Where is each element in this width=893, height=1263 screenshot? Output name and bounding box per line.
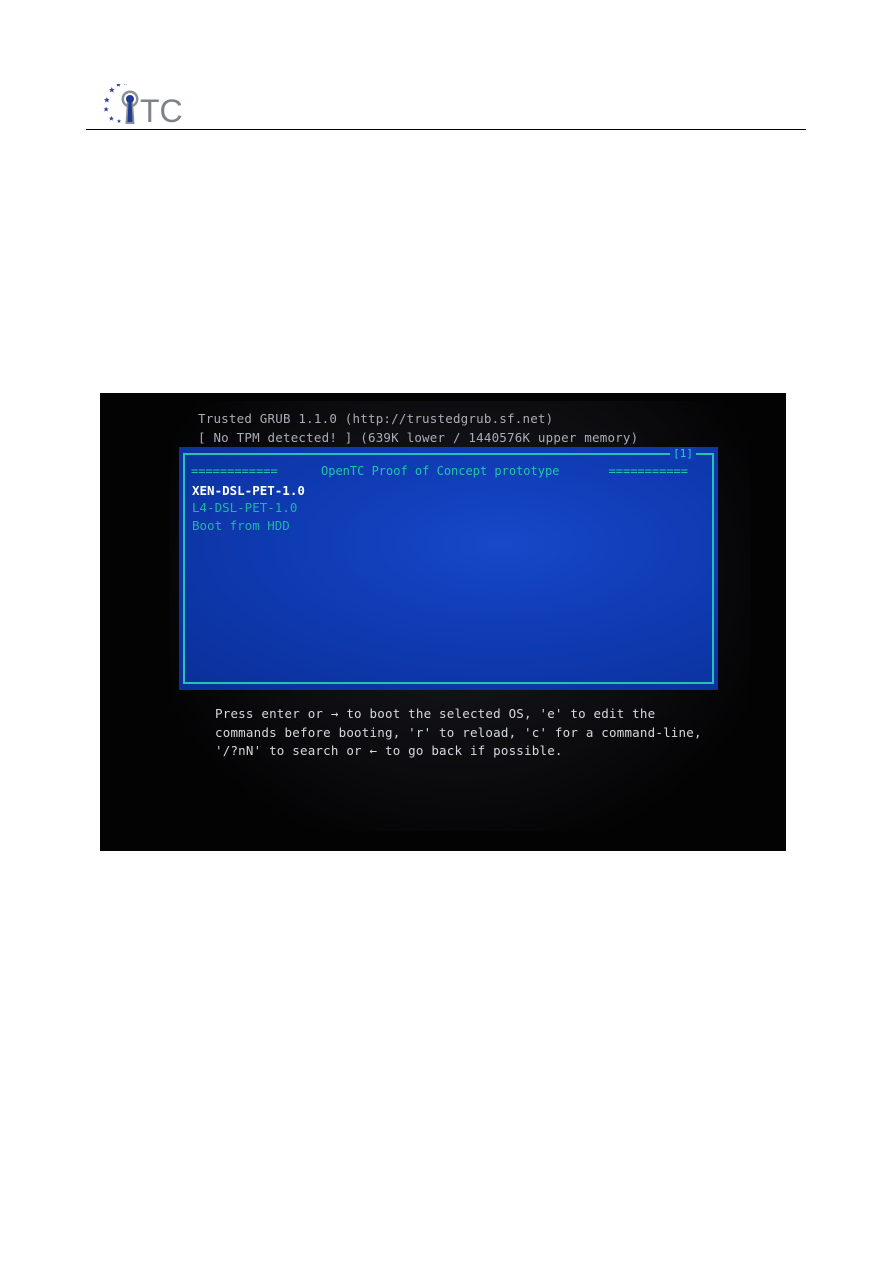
help-line-2: commands before booting, 'r' to reload, …: [215, 725, 702, 740]
boot-entry-l4[interactable]: L4-DSL-PET-1.0: [192, 500, 297, 515]
help-line-1: Press enter or → to boot the selected OS…: [215, 706, 656, 721]
header-divider: [86, 129, 806, 130]
boot-entry-hdd[interactable]: Boot from HDD: [192, 518, 290, 533]
page-header: TC: [86, 84, 806, 130]
boot-menu-title-row: ============ OpenTC Proof of Concept pro…: [191, 464, 706, 480]
title-dashes-left: ============: [191, 464, 278, 478]
boot-entry-xen[interactable]: XEN-DSL-PET-1.0: [192, 483, 305, 498]
boot-menu: [1] ============ OpenTC Proof of Concept…: [179, 447, 718, 690]
title-dashes-right: ===========: [608, 464, 688, 478]
svg-text:TC: TC: [140, 93, 183, 128]
boot-menu-title: OpenTC Proof of Concept prototype: [321, 464, 560, 478]
help-line-3: '/?nN' to search or ← to go back if poss…: [215, 743, 563, 758]
tpm-memory-line: [ No TPM detected! ] (639K lower / 14405…: [198, 430, 639, 445]
grub-version-line: Trusted GRUB 1.1.0 (http://trustedgrub.s…: [198, 411, 554, 426]
menu-scroll-marker: [1]: [670, 447, 696, 460]
opentc-logo: TC: [103, 84, 183, 128]
boot-screen-photo: Trusted GRUB 1.1.0 (http://trustedgrub.s…: [100, 393, 786, 851]
